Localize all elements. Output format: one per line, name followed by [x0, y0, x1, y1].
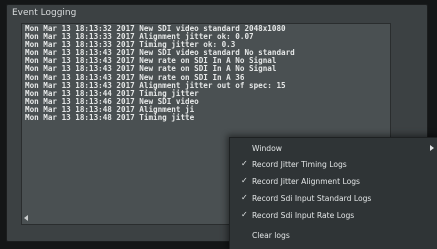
screen: Event Logging Mon Mar 13 18:13:32 2017 N…: [0, 0, 437, 249]
menu-item-label: Window: [252, 144, 282, 153]
submenu-arrow-icon: [430, 145, 434, 151]
scroll-left-arrow-icon[interactable]: [24, 215, 28, 221]
menu-item-record-jitter-timing-logs[interactable]: ✓ Record Jitter Timing Logs: [230, 156, 437, 172]
menu-item-label: Clear logs: [252, 231, 290, 240]
menu-item-record-jitter-alignment-logs[interactable]: ✓ Record Jitter Alignment Logs: [230, 173, 437, 189]
menu-item-label: Record Sdi Input Rate Logs: [252, 211, 355, 220]
menu-item-record-sdi-input-rate-logs[interactable]: ✓ Record Sdi Input Rate Logs: [230, 207, 437, 223]
menu-item-label: Record Sdi Input Standard Logs: [252, 194, 372, 203]
checkmark-icon: ✓: [241, 210, 248, 219]
menu-item-label: Record Jitter Timing Logs: [252, 160, 347, 169]
menu-item-window[interactable]: Window: [230, 140, 437, 156]
menu-item-record-sdi-input-standard-logs[interactable]: ✓ Record Sdi Input Standard Logs: [230, 190, 437, 206]
checkmark-icon: ✓: [241, 193, 248, 202]
panel-title: Event Logging: [12, 8, 77, 18]
menu-item-label: Record Jitter Alignment Logs: [252, 177, 361, 186]
checkmark-icon: ✓: [241, 176, 248, 185]
menu-item-clear-logs[interactable]: Clear logs: [230, 227, 437, 243]
checkmark-icon: ✓: [241, 159, 248, 168]
log-line: Mon Mar 13 18:13:48 2017 Timing jitte: [25, 113, 195, 123]
context-menu: Window ✓ Record Jitter Timing Logs ✓ Rec…: [229, 137, 437, 249]
